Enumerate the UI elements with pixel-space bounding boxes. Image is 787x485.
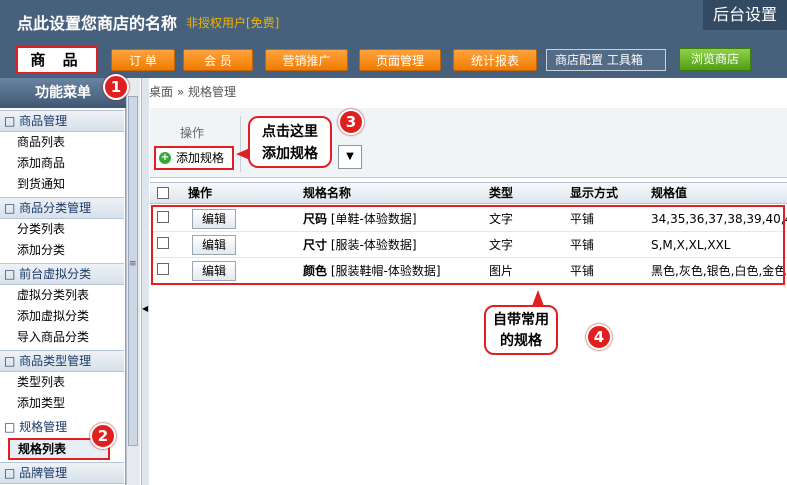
spec-display: 平铺 bbox=[570, 264, 595, 278]
col-header-spec-name[interactable]: 规格名称 bbox=[303, 183, 351, 204]
scroll-grip-icon: ≡ bbox=[129, 259, 137, 269]
sidebar-section-specs[interactable]: □ 规格管理 bbox=[4, 417, 67, 438]
sidebar-item-add-goods[interactable]: 添加商品 bbox=[17, 153, 65, 174]
sidebar-section-brands[interactable]: □ 品牌管理 bbox=[0, 462, 124, 484]
header-bar: 点此设置您商店的名称 非授权用户[免费] 后台设置 商 品 订 单 会 员 营销… bbox=[0, 0, 787, 78]
sidebar-item-arrival-notice[interactable]: 到货通知 bbox=[17, 174, 65, 195]
callout-builtin-specs: 自带常用 的规格 bbox=[484, 305, 558, 355]
table-row: 编辑 尺寸 [服装-体验数据] 文字 平铺 S,M,X,XL,XXL bbox=[150, 232, 787, 258]
collapse-arrow-icon[interactable]: ◀ bbox=[142, 304, 148, 313]
sidebar-item-type-list[interactable]: 类型列表 bbox=[17, 372, 65, 393]
row-checkbox[interactable] bbox=[157, 263, 169, 275]
sidebar-item-virtual-category-list[interactable]: 虚拟分类列表 bbox=[17, 285, 89, 306]
spec-values: 黑色,灰色,银色,白色,金色 bbox=[651, 264, 787, 278]
table-header: 操作 规格名称 类型 显示方式 规格值 bbox=[150, 182, 787, 204]
toolbar-operation-label: 操作 bbox=[180, 126, 205, 140]
spec-display: 平铺 bbox=[570, 238, 595, 252]
toolbar bbox=[150, 108, 787, 178]
annotation-badge-4: 4 bbox=[586, 324, 612, 350]
sidebar-section-categories[interactable]: □ 商品分类管理 bbox=[0, 197, 124, 219]
sidebar-section-goods[interactable]: □ 商品管理 bbox=[0, 110, 124, 132]
nav-tab-members[interactable]: 会 员 bbox=[183, 49, 253, 71]
col-header-actions: 操作 bbox=[188, 186, 213, 200]
row-checkbox[interactable] bbox=[157, 211, 169, 223]
sidebar-section-goods-types[interactable]: □ 商品类型管理 bbox=[0, 350, 124, 372]
row-checkbox[interactable] bbox=[157, 237, 169, 249]
spec-values: 34,35,36,37,38,39,40,41,42 bbox=[651, 212, 787, 226]
col-header-values[interactable]: 规格值 bbox=[651, 183, 687, 204]
col-header-display[interactable]: 显示方式 bbox=[570, 183, 618, 204]
col-header-type[interactable]: 类型 bbox=[489, 183, 513, 204]
edit-button[interactable]: 编辑 bbox=[192, 235, 236, 255]
breadcrumb: 桌面 » 规格管理 bbox=[149, 80, 236, 104]
add-icon: + bbox=[159, 152, 171, 164]
sidebar-item-add-category[interactable]: 添加分类 bbox=[17, 240, 65, 261]
breadcrumb-current: 规格管理 bbox=[188, 85, 237, 99]
nav-tab-goods[interactable]: 商 品 bbox=[16, 46, 98, 74]
breadcrumb-home[interactable]: 桌面 bbox=[149, 85, 173, 99]
sidebar-scrollbar-thumb[interactable]: ≡ bbox=[128, 96, 138, 446]
nav-config-toolbox[interactable]: 商店配置 工具箱 bbox=[546, 49, 666, 71]
edit-button[interactable]: 编辑 bbox=[192, 209, 236, 229]
toolbar-divider bbox=[240, 116, 241, 172]
spec-type: 文字 bbox=[489, 238, 514, 252]
toolbar-dropdown-arrow-icon[interactable]: ▼ bbox=[338, 145, 362, 169]
breadcrumb-separator: » bbox=[176, 85, 185, 99]
sidebar-item-goods-list[interactable]: 商品列表 bbox=[17, 132, 65, 153]
spec-name: 尺寸 [服装-体验数据] bbox=[303, 238, 417, 252]
unauth-user-label: 非授权用户[免费] bbox=[186, 16, 280, 30]
edit-button[interactable]: 编辑 bbox=[192, 261, 236, 281]
admin-title: 后台设置 bbox=[703, 0, 787, 30]
spec-name: 尺码 [单鞋-体验数据] bbox=[303, 212, 417, 226]
nav-tab-reports[interactable]: 统计报表 bbox=[453, 49, 537, 71]
shop-title[interactable]: 点此设置您商店的名称 bbox=[17, 10, 177, 34]
annotation-badge-1: 1 bbox=[103, 74, 129, 100]
sidebar-splitter[interactable]: ◀ bbox=[141, 78, 149, 485]
add-spec-label: 添加规格 bbox=[176, 151, 225, 165]
callout-add-spec: 点击这里 添加规格 bbox=[248, 116, 332, 168]
sidebar-item-category-list[interactable]: 分类列表 bbox=[17, 219, 65, 240]
nav-tab-marketing[interactable]: 营销推广 bbox=[265, 49, 348, 71]
nav-tab-orders[interactable]: 订 单 bbox=[111, 49, 175, 71]
spec-values: S,M,X,XL,XXL bbox=[651, 238, 731, 252]
callout-pointer bbox=[532, 290, 544, 306]
spec-display: 平铺 bbox=[570, 212, 595, 226]
spec-name: 颜色 [服装鞋帽-体验数据] bbox=[303, 264, 441, 278]
sidebar-section-virtual-categories[interactable]: □ 前台虚拟分类 bbox=[0, 263, 124, 285]
table-row: 编辑 尺码 [单鞋-体验数据] 文字 平铺 34,35,36,37,38,39,… bbox=[150, 206, 787, 232]
spec-type: 图片 bbox=[489, 264, 514, 278]
nav-tab-pages[interactable]: 页面管理 bbox=[359, 49, 441, 71]
sidebar-item-add-type[interactable]: 添加类型 bbox=[17, 393, 65, 414]
annotation-badge-2: 2 bbox=[90, 423, 116, 449]
select-all-checkbox[interactable] bbox=[157, 187, 169, 199]
spec-type: 文字 bbox=[489, 212, 514, 226]
annotation-badge-3: 3 bbox=[338, 109, 364, 135]
add-spec-button[interactable]: + 添加规格 bbox=[154, 146, 234, 170]
sidebar-item-import-categories[interactable]: 导入商品分类 bbox=[17, 327, 89, 348]
browse-store-button[interactable]: 浏览商店 bbox=[679, 48, 751, 71]
table-row: 编辑 颜色 [服装鞋帽-体验数据] 图片 平铺 黑色,灰色,银色,白色,金色 bbox=[150, 258, 787, 284]
sidebar-item-add-virtual-category[interactable]: 添加虚拟分类 bbox=[17, 306, 89, 327]
